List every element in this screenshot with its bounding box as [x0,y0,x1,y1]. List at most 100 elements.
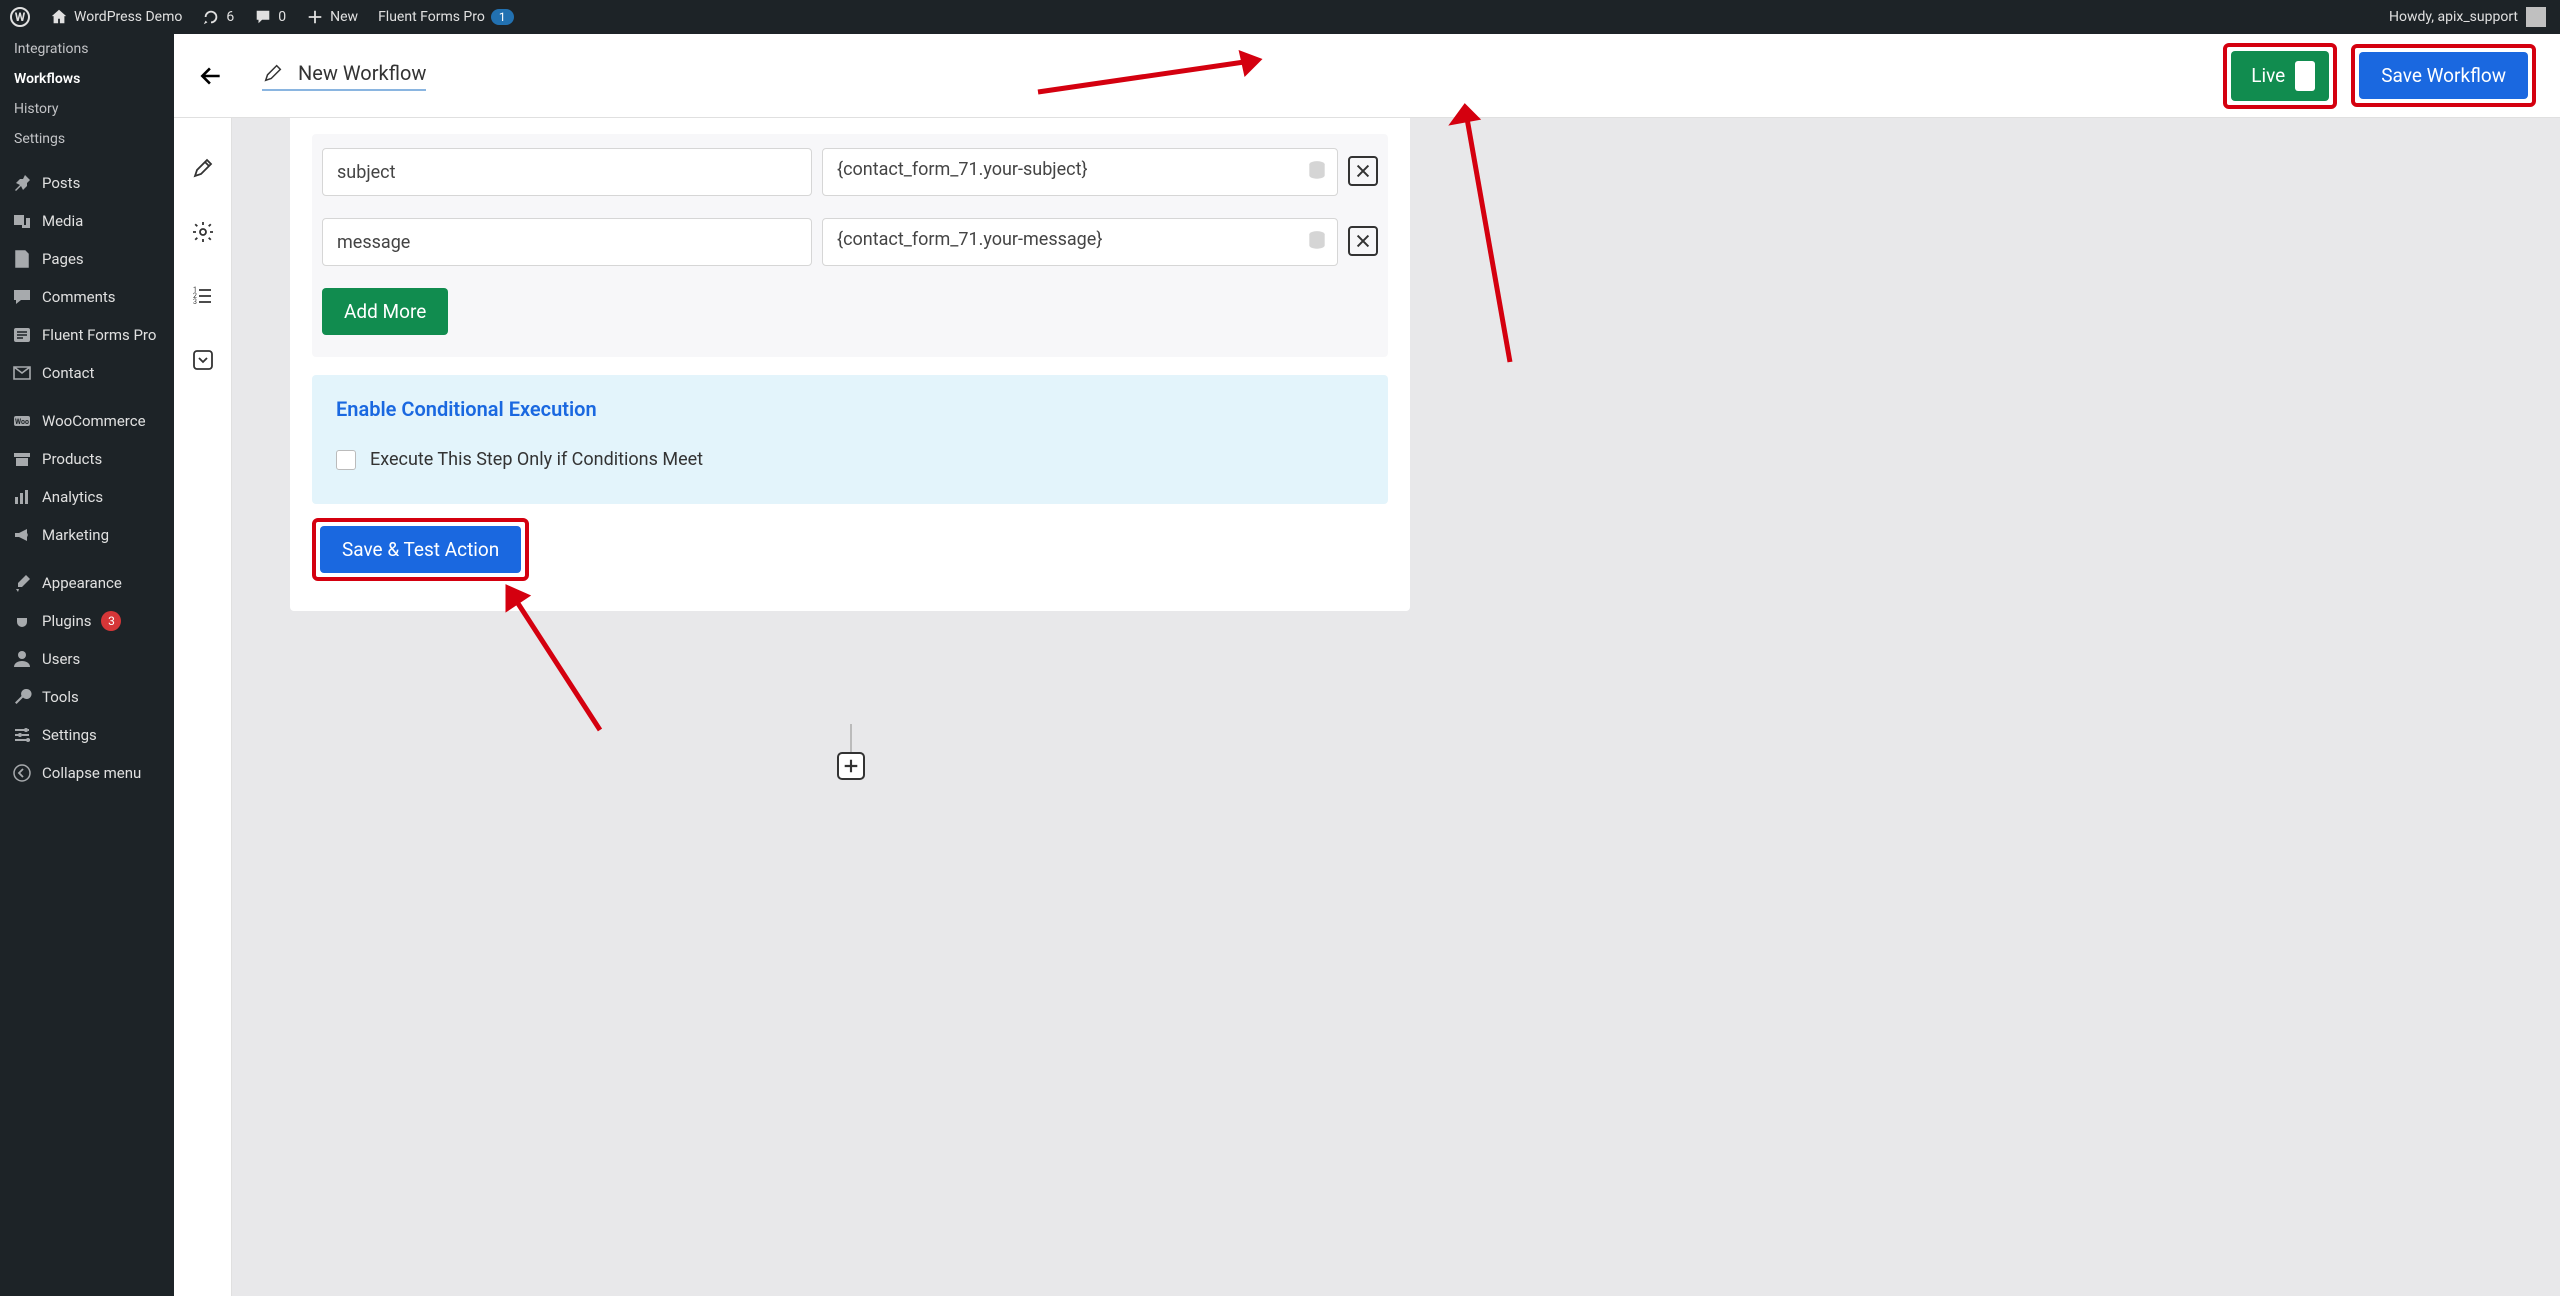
brush-icon [12,573,32,593]
workflow-title: New Workflow [298,61,426,85]
media-icon [12,211,32,231]
gear-icon [191,220,215,244]
edit-icon [191,156,215,180]
fluent-badge: 1 [491,9,514,25]
conditional-checkbox-label[interactable]: Execute This Step Only if Conditions Mee… [336,449,1364,470]
woo-icon: Woo [12,411,32,431]
plus-icon [842,757,860,775]
wp-admin-bar: W WordPress Demo 6 0 New Fluent Forms Pr… [0,0,2560,34]
pin-icon [12,173,32,193]
back-button[interactable] [198,63,224,89]
analytics-icon [12,487,32,507]
save-test-action-button[interactable]: Save & Test Action [320,526,521,573]
sidebar-item-history[interactable]: History [0,94,174,124]
sidebar-item-workflows[interactable]: Workflows [0,64,174,94]
annotation-arrow-to-save [1440,92,1540,376]
sliders-icon [12,725,32,745]
collapse-icon [12,763,32,783]
database-icon[interactable] [1306,160,1328,182]
comment-icon [254,8,272,26]
plug-icon [12,611,32,631]
field-key-input[interactable] [322,218,812,266]
delete-row-button[interactable] [1348,226,1378,256]
sidebar-item-products[interactable]: Products [0,440,174,478]
field-row: {contact_form_71.your-subject} [322,148,1378,200]
plugins-update-badge: 3 [101,611,121,631]
account-menu[interactable]: Howdy, apix_support [2389,7,2560,27]
sidebar-item-analytics[interactable]: Analytics [0,478,174,516]
annotation-highlight-save: Save Workflow [2351,44,2536,107]
back-arrow-icon [198,63,224,89]
conditional-title: Enable Conditional Execution [336,397,1364,421]
sidebar-item-pages[interactable]: Pages [0,240,174,278]
tool-edit[interactable] [189,154,217,182]
sidebar-item-users[interactable]: Users [0,640,174,678]
collapse-menu[interactable]: Collapse menu [0,754,174,792]
updates-menu[interactable]: 6 [192,0,244,34]
pages-icon [12,249,32,269]
avatar [2526,7,2546,27]
tool-list[interactable]: 123 [189,282,217,310]
conditional-execution-box: Enable Conditional Execution Execute Thi… [312,375,1388,504]
new-label: New [330,9,358,25]
updates-count: 6 [226,9,234,25]
workflow-step-card: {contact_form_71.your-subject} {contact_… [290,118,1410,611]
field-key-input[interactable] [322,148,812,196]
wp-logo-menu[interactable]: W [0,0,40,34]
products-icon [12,449,32,469]
list-icon: 123 [191,284,215,308]
comments-menu[interactable]: 0 [244,0,296,34]
workflow-topbar: New Workflow Live Save Workflow [174,34,2560,118]
sidebar-item-tools[interactable]: Tools [0,678,174,716]
sidebar-item-woocommerce[interactable]: WooWooCommerce [0,402,174,440]
sidebar-item-fluent-forms[interactable]: Fluent Forms Pro [0,316,174,354]
site-name: WordPress Demo [74,9,182,25]
sidebar-item-contact[interactable]: Contact [0,354,174,392]
add-more-button[interactable]: Add More [322,288,448,335]
toggle-handle [2295,61,2315,91]
sidebar-item-integrations[interactable]: Integrations [0,34,174,64]
sidebar-item-media[interactable]: Media [0,202,174,240]
tool-settings[interactable] [189,218,217,246]
form-icon [12,325,32,345]
workflow-title-wrap[interactable]: New Workflow [262,61,426,91]
step-connector-line [850,724,852,752]
megaphone-icon [12,525,32,545]
conditional-label-text: Execute This Step Only if Conditions Mee… [370,449,703,470]
delete-row-button[interactable] [1348,156,1378,186]
site-name-menu[interactable]: WordPress Demo [40,0,192,34]
field-value-input[interactable]: {contact_form_71.your-subject} [822,148,1338,196]
x-icon [1354,162,1372,180]
tool-expand[interactable] [189,346,217,374]
checkbox[interactable] [336,450,356,470]
sidebar-item-comments[interactable]: Comments [0,278,174,316]
workflow-tool-sidebar: 123 [174,34,232,1296]
updates-icon [202,8,220,26]
sidebar-item-appearance[interactable]: Appearance [0,564,174,602]
comments-count: 0 [278,9,286,25]
sidebar-item-posts[interactable]: Posts [0,164,174,202]
add-step-button[interactable] [837,752,865,780]
database-icon[interactable] [1306,230,1328,252]
sidebar-item-admin-settings[interactable]: Settings [0,716,174,754]
annotation-arrow-to-live [1028,42,1288,106]
howdy-text: Howdy, apix_support [2389,9,2518,25]
chevron-down-box-icon [191,348,215,372]
new-content-menu[interactable]: New [296,0,368,34]
fluent-forms-menu[interactable]: Fluent Forms Pro1 [368,0,524,34]
save-workflow-button[interactable]: Save Workflow [2359,52,2528,99]
svg-text:3: 3 [193,298,197,306]
live-toggle-button[interactable]: Live [2231,51,2329,101]
plus-icon [306,8,324,26]
x-icon [1354,232,1372,250]
field-mapping-area: {contact_form_71.your-subject} {contact_… [312,134,1388,357]
svg-text:Woo: Woo [15,418,29,426]
field-value-input[interactable]: {contact_form_71.your-message} [822,218,1338,266]
mail-icon [12,363,32,383]
wordpress-icon: W [10,7,30,27]
sidebar-item-plugins[interactable]: Plugins3 [0,602,174,640]
wp-admin-menu: Integrations Workflows History Settings … [0,34,174,1296]
sidebar-item-settings[interactable]: Settings [0,124,174,154]
pencil-icon [262,62,284,84]
sidebar-item-marketing[interactable]: Marketing [0,516,174,554]
